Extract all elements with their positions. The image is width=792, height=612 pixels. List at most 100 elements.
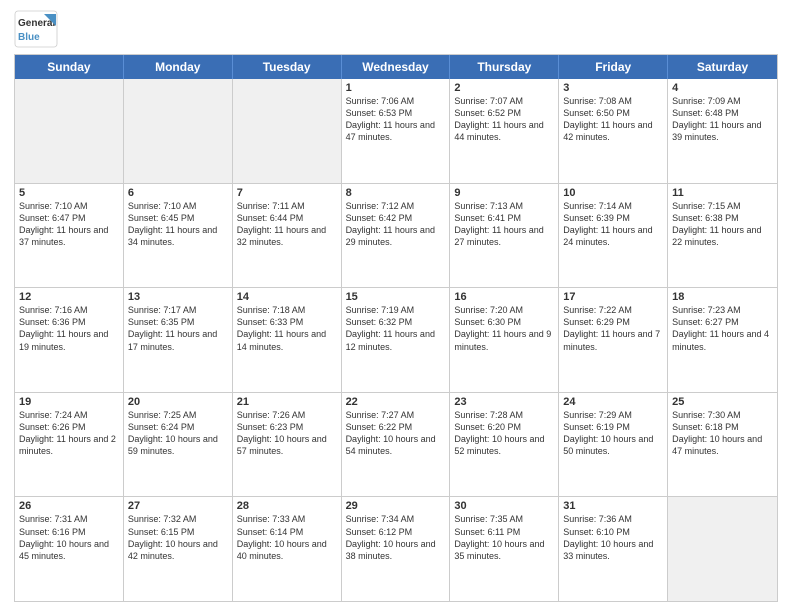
header-cell-monday: Monday (124, 55, 233, 79)
day-number: 22 (346, 396, 446, 408)
day-info: Sunrise: 7:22 AM Sunset: 6:29 PM Dayligh… (563, 304, 663, 353)
calendar-row-2: 12Sunrise: 7:16 AM Sunset: 6:36 PM Dayli… (15, 288, 777, 393)
calendar-cell: 8Sunrise: 7:12 AM Sunset: 6:42 PM Daylig… (342, 184, 451, 288)
day-info: Sunrise: 7:12 AM Sunset: 6:42 PM Dayligh… (346, 200, 446, 249)
calendar-cell: 11Sunrise: 7:15 AM Sunset: 6:38 PM Dayli… (668, 184, 777, 288)
day-number: 18 (672, 291, 773, 303)
day-number: 21 (237, 396, 337, 408)
calendar-cell (668, 497, 777, 601)
day-number: 6 (128, 187, 228, 199)
calendar-cell: 2Sunrise: 7:07 AM Sunset: 6:52 PM Daylig… (450, 79, 559, 183)
logo: GeneralBlue (14, 10, 58, 48)
calendar-cell: 1Sunrise: 7:06 AM Sunset: 6:53 PM Daylig… (342, 79, 451, 183)
calendar-cell: 28Sunrise: 7:33 AM Sunset: 6:14 PM Dayli… (233, 497, 342, 601)
calendar-cell: 6Sunrise: 7:10 AM Sunset: 6:45 PM Daylig… (124, 184, 233, 288)
day-number: 19 (19, 396, 119, 408)
day-info: Sunrise: 7:16 AM Sunset: 6:36 PM Dayligh… (19, 304, 119, 353)
calendar-cell: 27Sunrise: 7:32 AM Sunset: 6:15 PM Dayli… (124, 497, 233, 601)
day-number: 2 (454, 82, 554, 94)
calendar-row-1: 5Sunrise: 7:10 AM Sunset: 6:47 PM Daylig… (15, 184, 777, 289)
svg-text:Blue: Blue (18, 32, 40, 43)
day-info: Sunrise: 7:30 AM Sunset: 6:18 PM Dayligh… (672, 409, 773, 458)
day-info: Sunrise: 7:23 AM Sunset: 6:27 PM Dayligh… (672, 304, 773, 353)
day-number: 5 (19, 187, 119, 199)
calendar-cell: 13Sunrise: 7:17 AM Sunset: 6:35 PM Dayli… (124, 288, 233, 392)
calendar-row-4: 26Sunrise: 7:31 AM Sunset: 6:16 PM Dayli… (15, 497, 777, 601)
calendar-cell: 20Sunrise: 7:25 AM Sunset: 6:24 PM Dayli… (124, 393, 233, 497)
day-info: Sunrise: 7:09 AM Sunset: 6:48 PM Dayligh… (672, 95, 773, 144)
day-info: Sunrise: 7:08 AM Sunset: 6:50 PM Dayligh… (563, 95, 663, 144)
calendar-cell: 24Sunrise: 7:29 AM Sunset: 6:19 PM Dayli… (559, 393, 668, 497)
day-number: 24 (563, 396, 663, 408)
day-info: Sunrise: 7:34 AM Sunset: 6:12 PM Dayligh… (346, 513, 446, 562)
calendar-cell: 4Sunrise: 7:09 AM Sunset: 6:48 PM Daylig… (668, 79, 777, 183)
header: GeneralBlue (14, 10, 778, 48)
calendar-cell: 7Sunrise: 7:11 AM Sunset: 6:44 PM Daylig… (233, 184, 342, 288)
day-info: Sunrise: 7:28 AM Sunset: 6:20 PM Dayligh… (454, 409, 554, 458)
day-number: 15 (346, 291, 446, 303)
calendar-cell: 17Sunrise: 7:22 AM Sunset: 6:29 PM Dayli… (559, 288, 668, 392)
day-number: 23 (454, 396, 554, 408)
day-info: Sunrise: 7:10 AM Sunset: 6:47 PM Dayligh… (19, 200, 119, 249)
day-number: 17 (563, 291, 663, 303)
logo-svg: GeneralBlue (14, 10, 58, 48)
day-number: 31 (563, 500, 663, 512)
day-info: Sunrise: 7:11 AM Sunset: 6:44 PM Dayligh… (237, 200, 337, 249)
calendar-cell: 19Sunrise: 7:24 AM Sunset: 6:26 PM Dayli… (15, 393, 124, 497)
header-cell-wednesday: Wednesday (342, 55, 451, 79)
calendar-cell: 31Sunrise: 7:36 AM Sunset: 6:10 PM Dayli… (559, 497, 668, 601)
calendar-header: SundayMondayTuesdayWednesdayThursdayFrid… (15, 55, 777, 79)
day-number: 8 (346, 187, 446, 199)
header-cell-saturday: Saturday (668, 55, 777, 79)
calendar-cell: 26Sunrise: 7:31 AM Sunset: 6:16 PM Dayli… (15, 497, 124, 601)
header-cell-friday: Friday (559, 55, 668, 79)
calendar-cell: 25Sunrise: 7:30 AM Sunset: 6:18 PM Dayli… (668, 393, 777, 497)
day-info: Sunrise: 7:14 AM Sunset: 6:39 PM Dayligh… (563, 200, 663, 249)
calendar-cell: 9Sunrise: 7:13 AM Sunset: 6:41 PM Daylig… (450, 184, 559, 288)
calendar-cell: 14Sunrise: 7:18 AM Sunset: 6:33 PM Dayli… (233, 288, 342, 392)
calendar-row-0: 1Sunrise: 7:06 AM Sunset: 6:53 PM Daylig… (15, 79, 777, 184)
day-info: Sunrise: 7:31 AM Sunset: 6:16 PM Dayligh… (19, 513, 119, 562)
day-number: 20 (128, 396, 228, 408)
day-number: 16 (454, 291, 554, 303)
day-number: 27 (128, 500, 228, 512)
day-info: Sunrise: 7:32 AM Sunset: 6:15 PM Dayligh… (128, 513, 228, 562)
calendar-cell: 5Sunrise: 7:10 AM Sunset: 6:47 PM Daylig… (15, 184, 124, 288)
day-number: 1 (346, 82, 446, 94)
header-cell-tuesday: Tuesday (233, 55, 342, 79)
day-number: 11 (672, 187, 773, 199)
day-info: Sunrise: 7:20 AM Sunset: 6:30 PM Dayligh… (454, 304, 554, 353)
calendar-body: 1Sunrise: 7:06 AM Sunset: 6:53 PM Daylig… (15, 79, 777, 601)
day-info: Sunrise: 7:10 AM Sunset: 6:45 PM Dayligh… (128, 200, 228, 249)
day-info: Sunrise: 7:17 AM Sunset: 6:35 PM Dayligh… (128, 304, 228, 353)
day-number: 3 (563, 82, 663, 94)
day-info: Sunrise: 7:27 AM Sunset: 6:22 PM Dayligh… (346, 409, 446, 458)
calendar-cell: 15Sunrise: 7:19 AM Sunset: 6:32 PM Dayli… (342, 288, 451, 392)
day-info: Sunrise: 7:24 AM Sunset: 6:26 PM Dayligh… (19, 409, 119, 458)
day-info: Sunrise: 7:19 AM Sunset: 6:32 PM Dayligh… (346, 304, 446, 353)
day-info: Sunrise: 7:26 AM Sunset: 6:23 PM Dayligh… (237, 409, 337, 458)
day-number: 14 (237, 291, 337, 303)
day-info: Sunrise: 7:18 AM Sunset: 6:33 PM Dayligh… (237, 304, 337, 353)
calendar-cell: 30Sunrise: 7:35 AM Sunset: 6:11 PM Dayli… (450, 497, 559, 601)
day-info: Sunrise: 7:25 AM Sunset: 6:24 PM Dayligh… (128, 409, 228, 458)
day-info: Sunrise: 7:36 AM Sunset: 6:10 PM Dayligh… (563, 513, 663, 562)
day-info: Sunrise: 7:15 AM Sunset: 6:38 PM Dayligh… (672, 200, 773, 249)
calendar-cell: 16Sunrise: 7:20 AM Sunset: 6:30 PM Dayli… (450, 288, 559, 392)
day-number: 28 (237, 500, 337, 512)
day-info: Sunrise: 7:33 AM Sunset: 6:14 PM Dayligh… (237, 513, 337, 562)
calendar-row-3: 19Sunrise: 7:24 AM Sunset: 6:26 PM Dayli… (15, 393, 777, 498)
calendar-cell (15, 79, 124, 183)
calendar-cell: 12Sunrise: 7:16 AM Sunset: 6:36 PM Dayli… (15, 288, 124, 392)
calendar-cell: 10Sunrise: 7:14 AM Sunset: 6:39 PM Dayli… (559, 184, 668, 288)
day-info: Sunrise: 7:13 AM Sunset: 6:41 PM Dayligh… (454, 200, 554, 249)
day-number: 29 (346, 500, 446, 512)
calendar-cell: 18Sunrise: 7:23 AM Sunset: 6:27 PM Dayli… (668, 288, 777, 392)
header-cell-thursday: Thursday (450, 55, 559, 79)
header-cell-sunday: Sunday (15, 55, 124, 79)
page: GeneralBlue SundayMondayTuesdayWednesday… (0, 0, 792, 612)
day-number: 12 (19, 291, 119, 303)
day-number: 4 (672, 82, 773, 94)
day-info: Sunrise: 7:06 AM Sunset: 6:53 PM Dayligh… (346, 95, 446, 144)
day-info: Sunrise: 7:35 AM Sunset: 6:11 PM Dayligh… (454, 513, 554, 562)
